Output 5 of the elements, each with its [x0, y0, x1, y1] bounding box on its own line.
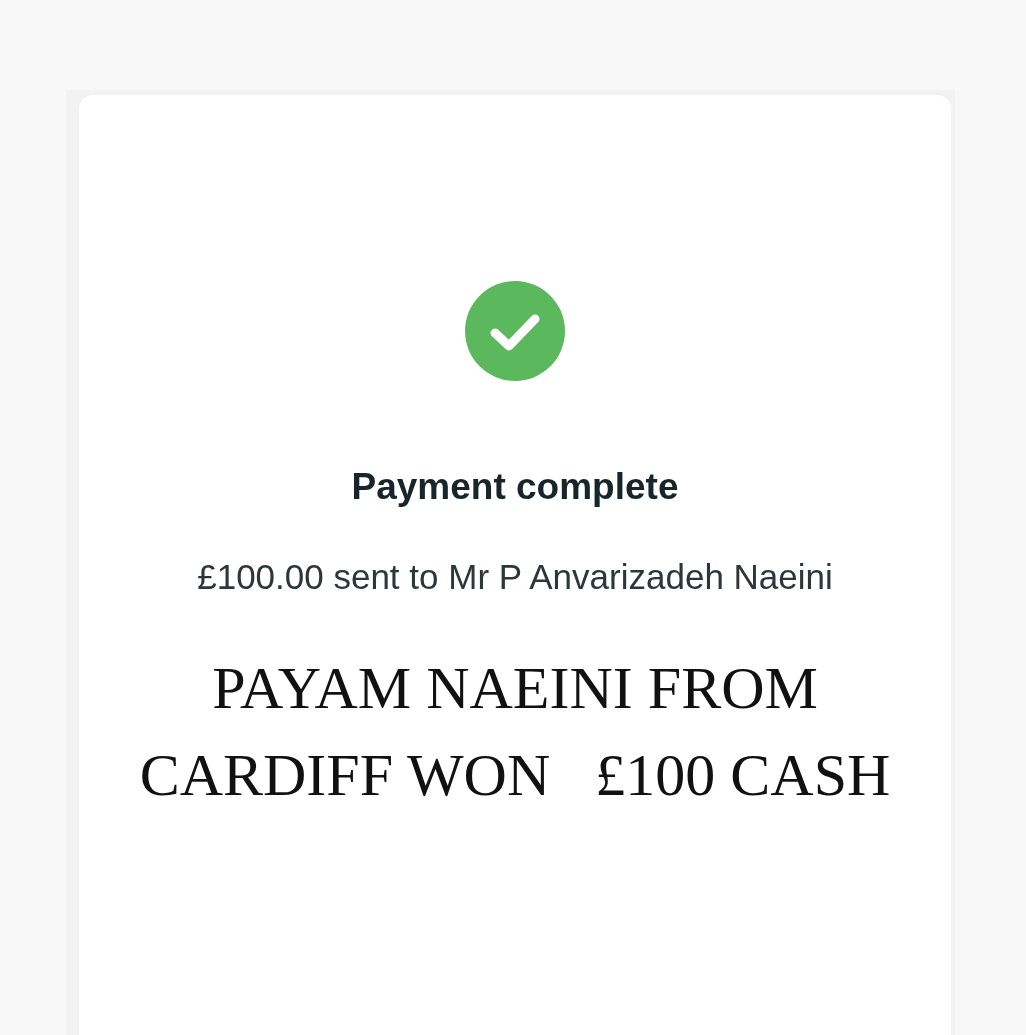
caption-line: CARDIFF WON £100 CASH	[139, 741, 891, 810]
payment-title: Payment complete	[351, 465, 679, 509]
caption-line: PAYAM NAEINI FROM	[212, 654, 818, 723]
check-circle-icon	[465, 281, 565, 381]
payment-detail: £100.00 sent to Mr P Anvarizadeh Naeini	[197, 556, 833, 598]
